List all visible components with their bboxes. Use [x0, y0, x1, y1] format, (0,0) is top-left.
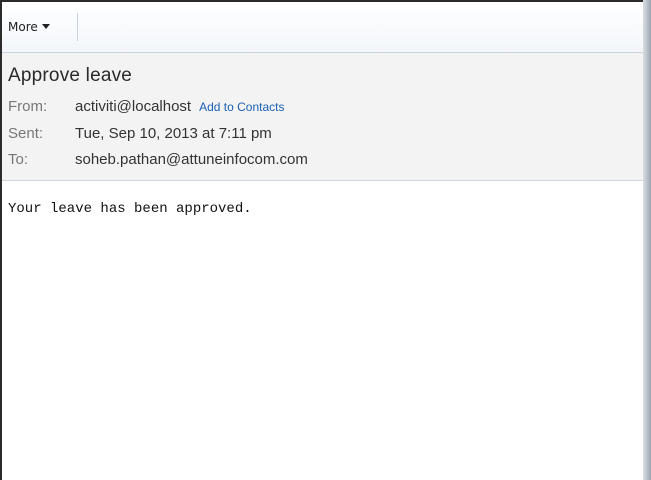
email-body: Your leave has been approved. — [2, 181, 643, 480]
to-row: To: soheb.pathan@attuneinfocom.com — [8, 151, 308, 168]
more-button[interactable]: More — [2, 13, 78, 41]
from-row: From: activiti@localhost Add to Contacts — [8, 98, 285, 115]
from-label: From: — [8, 98, 48, 115]
to-value[interactable]: soheb.pathan@attuneinfocom.com — [75, 151, 308, 168]
email-body-text: Your leave has been approved. — [8, 201, 252, 217]
sent-value: Tue, Sep 10, 2013 at 7:11 pm — [75, 125, 272, 142]
email-header: Approve leave From: activiti@localhost Add… — [2, 53, 643, 181]
to-label: To: — [8, 151, 29, 168]
add-to-contacts-link[interactable]: Add to Contacts — [199, 100, 284, 114]
from-value[interactable]: activiti@localhost — [75, 98, 191, 115]
email-window: More Approve leave From: activiti@localho… — [0, 0, 651, 480]
more-button-label: More — [8, 20, 38, 34]
chevron-down-icon — [41, 24, 50, 29]
email-toolbar: More — [2, 2, 643, 53]
sent-label: Sent: — [8, 125, 44, 142]
sent-row: Sent: Tue, Sep 10, 2013 at 7:11 pm — [8, 125, 272, 142]
window-border-right — [643, 0, 651, 480]
email-subject: Approve leave — [8, 65, 133, 86]
